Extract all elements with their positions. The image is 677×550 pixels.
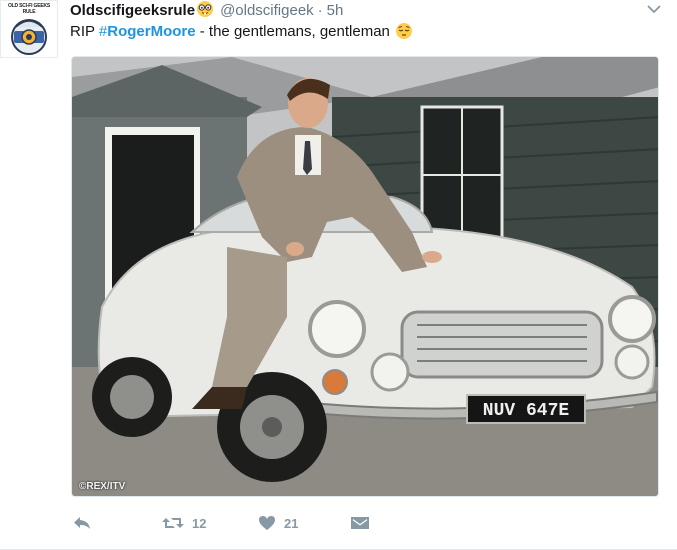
pensive-face-emoji — [395, 22, 413, 46]
avatar[interactable]: OLD SCI-FI GEEKS RULE — [0, 0, 58, 58]
display-name[interactable]: Oldscifigeeksrule — [70, 2, 195, 19]
tweet-text-prefix: RIP — [70, 23, 99, 40]
reply-button[interactable] — [72, 510, 92, 536]
tweet-text-suffix: - the gentlemans, gentleman — [195, 23, 390, 40]
direct-message-button[interactable] — [350, 510, 370, 536]
tweet-actions: 12 21 — [70, 510, 630, 536]
retweet-icon — [162, 518, 184, 528]
like-button[interactable]: 21 — [258, 510, 298, 536]
license-plate-text: NUV 647E — [483, 401, 570, 421]
hashtag-link[interactable]: #RogerMoore — [99, 23, 196, 40]
nerd-face-emoji — [196, 0, 214, 24]
chevron-down-icon[interactable] — [645, 0, 663, 18]
photo-watermark: ©REX/ITV — [79, 481, 126, 492]
like-count: 21 — [284, 515, 299, 531]
photo-illustration: NUV 647E — [72, 57, 658, 496]
separator-dot: · — [317, 2, 323, 19]
reply-icon — [74, 517, 90, 529]
tweet-photo[interactable]: NUV 647E ©REX/ITV — [71, 56, 659, 497]
tweet-header: Oldscifigeeksrule @oldscifigeek · 5h — [70, 0, 343, 20]
hashtag-word: RogerMoore — [107, 23, 196, 40]
heart-icon — [259, 516, 275, 530]
droid-logo-icon — [11, 19, 47, 55]
tweet-text: RIP #RogerMoore - the gentlemans, gentle… — [70, 22, 413, 46]
envelope-icon — [351, 517, 369, 529]
hashtag-symbol: # — [98, 23, 108, 40]
retweet-button[interactable]: 12 — [162, 510, 206, 536]
user-handle[interactable]: @oldscifigeek — [220, 2, 314, 19]
timestamp[interactable]: 5h — [327, 2, 344, 19]
tweet-card: OLD SCI-FI GEEKS RULE Oldscifigeeksrule @… — [0, 0, 677, 550]
retweet-count: 12 — [192, 515, 207, 531]
